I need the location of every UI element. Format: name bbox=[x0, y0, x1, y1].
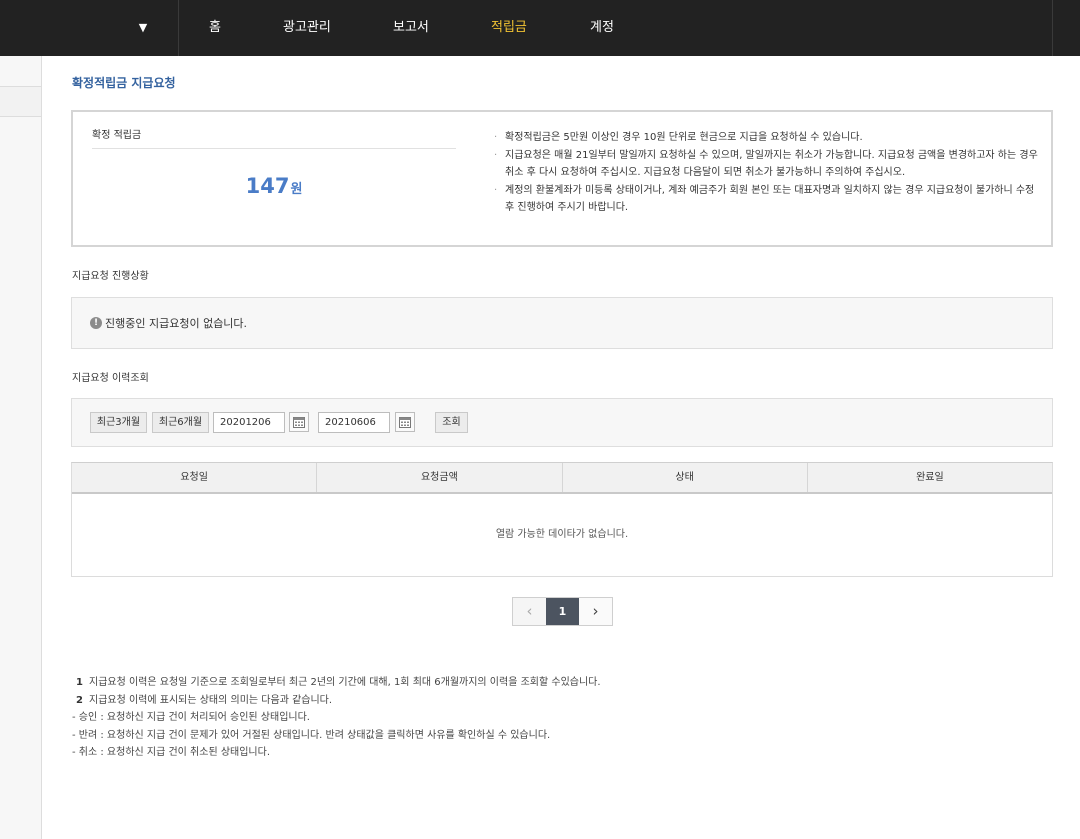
info-circle-icon: ! bbox=[90, 317, 102, 329]
amount-unit: 원 bbox=[290, 182, 303, 197]
calendar-icon[interactable] bbox=[289, 412, 309, 432]
amount-value: 147 bbox=[245, 174, 290, 198]
search-button[interactable]: 조회 bbox=[435, 412, 468, 433]
page-number-current[interactable]: 1 bbox=[546, 598, 579, 625]
footnote-item: - 승인 : 요청하신 지급 건이 처리되어 승인된 상태입니다. bbox=[72, 709, 1032, 727]
end-date-input[interactable] bbox=[318, 412, 390, 433]
confirmed-points-amount: 147원 bbox=[92, 174, 456, 198]
footnotes: 1 지급요청 이력은 요청일 기준으로 조회일로부터 최근 2년의 기간에 대해,… bbox=[72, 674, 1032, 762]
table-header: 요청일 요청금액 상태 완료일 bbox=[72, 463, 1052, 494]
column-header-request-amount[interactable]: 요청금액 bbox=[317, 463, 563, 492]
footnote-number: 2 bbox=[76, 694, 83, 706]
last-3-months-button[interactable]: 최근3개월 bbox=[90, 412, 147, 433]
last-6-months-button[interactable]: 최근6개월 bbox=[152, 412, 209, 433]
column-header-completion-date[interactable]: 완료일 bbox=[808, 463, 1052, 492]
column-header-status[interactable]: 상태 bbox=[563, 463, 808, 492]
nav-divider bbox=[178, 0, 179, 56]
chevron-down-icon[interactable]: ▼ bbox=[131, 18, 155, 38]
footnote-item: 1 지급요청 이력은 요청일 기준으로 조회일로부터 최근 2년의 기간에 대해,… bbox=[72, 674, 1032, 692]
history-table: 요청일 요청금액 상태 완료일 열람 가능한 데이타가 없습니다. bbox=[71, 462, 1053, 577]
progress-status-box: ! 진행중인 지급요청이 없습니다. bbox=[71, 297, 1053, 349]
nav-item-home[interactable]: 홈 bbox=[209, 0, 221, 56]
calendar-icon[interactable] bbox=[395, 412, 415, 432]
notice-item: 지급요청은 매월 21일부터 말일까지 요청하실 수 있으며, 말일까지는 취소… bbox=[492, 147, 1042, 182]
progress-message: ! 진행중인 지급요청이 없습니다. bbox=[90, 315, 247, 331]
notice-item: 확정적립금은 5만원 이상인 경우 10원 단위로 현금으로 지급을 요청하실 … bbox=[492, 129, 1042, 147]
notice-list: 확정적립금은 5만원 이상인 경우 10원 단위로 현금으로 지급을 요청하실 … bbox=[492, 129, 1042, 217]
footnote-text: - 취소 : 요청하신 지급 건이 취소된 상태입니다. bbox=[72, 747, 271, 759]
footnote-text: 지급요청 이력은 요청일 기준으로 조회일로부터 최근 2년의 기간에 대해, … bbox=[89, 677, 601, 688]
progress-section-title: 지급요청 진행상황 bbox=[72, 271, 149, 282]
pagination: ‹ 1 › bbox=[512, 597, 613, 626]
footnote-item: - 반려 : 요청하신 지급 건이 문제가 있어 거절된 상태입니다. 반려 상… bbox=[72, 727, 1032, 745]
left-sidebar bbox=[0, 56, 42, 839]
nav-divider bbox=[1052, 0, 1053, 56]
footnote-text: - 승인 : 요청하신 지급 건이 처리되어 승인된 상태입니다. bbox=[72, 712, 310, 724]
nav-item-reports[interactable]: 보고서 bbox=[393, 0, 429, 56]
nav-item-account[interactable]: 계정 bbox=[590, 0, 614, 56]
sidebar-item[interactable] bbox=[0, 86, 41, 117]
confirmed-points-label: 확정 적립금 bbox=[92, 130, 142, 141]
nav-item-points[interactable]: 적립금 bbox=[491, 0, 527, 56]
progress-message-text: 진행중인 지급요청이 없습니다. bbox=[105, 317, 248, 330]
footnote-text: - 반려 : 요청하신 지급 건이 문제가 있어 거절된 상태입니다. 반려 상… bbox=[72, 729, 551, 741]
footnote-item: 2 지급요청 이력에 표시되는 상태의 의미는 다음과 같습니다. bbox=[72, 692, 1032, 710]
footnote-item: - 취소 : 요청하신 지급 건이 취소된 상태입니다. bbox=[72, 744, 1032, 762]
nav-item-ad-management[interactable]: 광고관리 bbox=[283, 0, 331, 56]
column-header-request-date[interactable]: 요청일 bbox=[72, 463, 318, 492]
divider bbox=[92, 148, 456, 149]
confirmed-points-summary: 확정 적립금 147원 확정적립금은 5만원 이상인 경우 10원 단위로 현금… bbox=[71, 110, 1053, 247]
footnote-number: 1 bbox=[76, 677, 83, 688]
table-empty-message: 열람 가능한 데이타가 없습니다. bbox=[72, 494, 1052, 576]
top-navigation-bar: ▼ 홈 광고관리 보고서 적립금 계정 bbox=[0, 0, 1080, 56]
history-section-title: 지급요청 이력조회 bbox=[72, 373, 149, 384]
next-page-button[interactable]: › bbox=[579, 598, 612, 625]
footnote-text: 지급요청 이력에 표시되는 상태의 의미는 다음과 같습니다. bbox=[89, 694, 333, 706]
start-date-input[interactable] bbox=[213, 412, 285, 433]
page-title: 확정적립금 지급요청 bbox=[72, 76, 176, 90]
notice-item: 계정의 환불계좌가 미등록 상태이거나, 계좌 예금주가 회원 본인 또는 대표… bbox=[492, 182, 1042, 217]
prev-page-button[interactable]: ‹ bbox=[513, 598, 546, 625]
history-filter-bar: 최근3개월 최근6개월 조회 bbox=[71, 398, 1053, 447]
